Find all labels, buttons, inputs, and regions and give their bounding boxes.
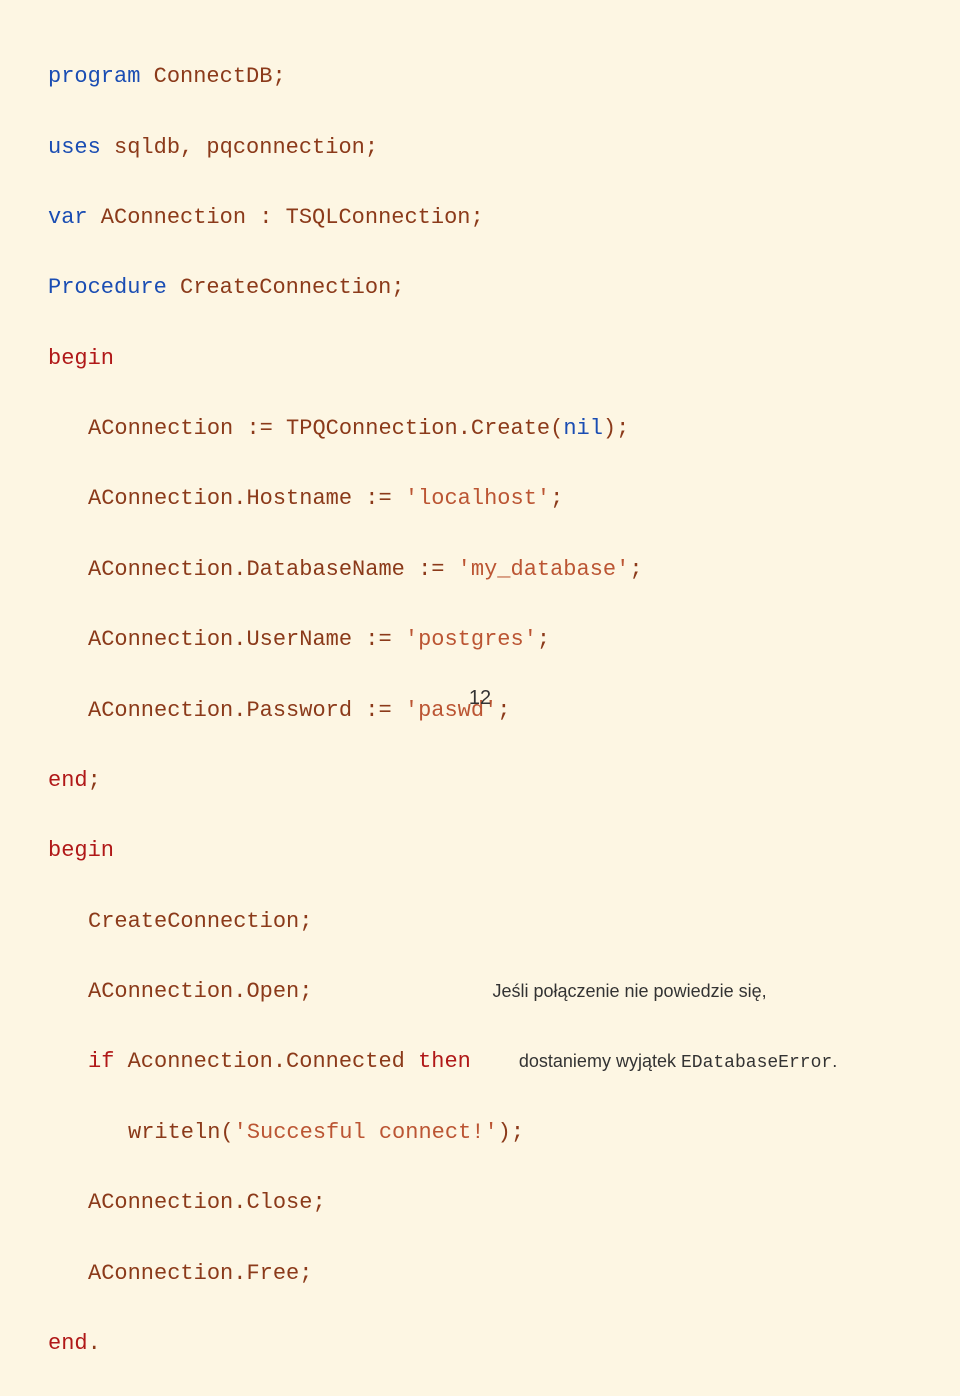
code-line: Procedure CreateConnection; [48, 270, 960, 305]
inline-note: dostaniemy wyjątek EDatabaseError. [519, 1047, 837, 1078]
code-line: AConnection.Hostname := 'localhost'; [88, 481, 960, 516]
code-block: program ConnectDB; uses sqldb, pqconnect… [48, 24, 960, 1396]
code-line: AConnection.UserName := 'postgres'; [88, 622, 960, 657]
code-line: AConnection.Free; [88, 1256, 960, 1291]
code-line: end; [48, 763, 960, 798]
code-line: end. [48, 1326, 960, 1361]
code-line: begin [48, 833, 960, 868]
code-line: var AConnection : TSQLConnection; [48, 200, 960, 235]
code-line: program ConnectDB; [48, 59, 960, 94]
code-line: AConnection.DatabaseName := 'my_database… [88, 552, 960, 587]
code-line: writeln('Succesful connect!'); [128, 1115, 960, 1150]
code-line: AConnection.Open;Jeśli połączenie nie po… [88, 974, 960, 1009]
code-line: AConnection.Close; [88, 1185, 960, 1220]
page-number: 12 [469, 682, 491, 714]
code-line: CreateConnection; [88, 904, 960, 939]
code-line: AConnection := TPQConnection.Create(nil)… [88, 411, 960, 446]
inline-note: Jeśli połączenie nie powiedzie się, [492, 977, 766, 1006]
code-line: AConnection.Password := 'paswd'; [88, 693, 960, 728]
code-line: if Aconnection.Connected thendostaniemy … [88, 1044, 960, 1079]
code-line: begin [48, 341, 960, 376]
code-line: uses sqldb, pqconnection; [48, 130, 960, 165]
